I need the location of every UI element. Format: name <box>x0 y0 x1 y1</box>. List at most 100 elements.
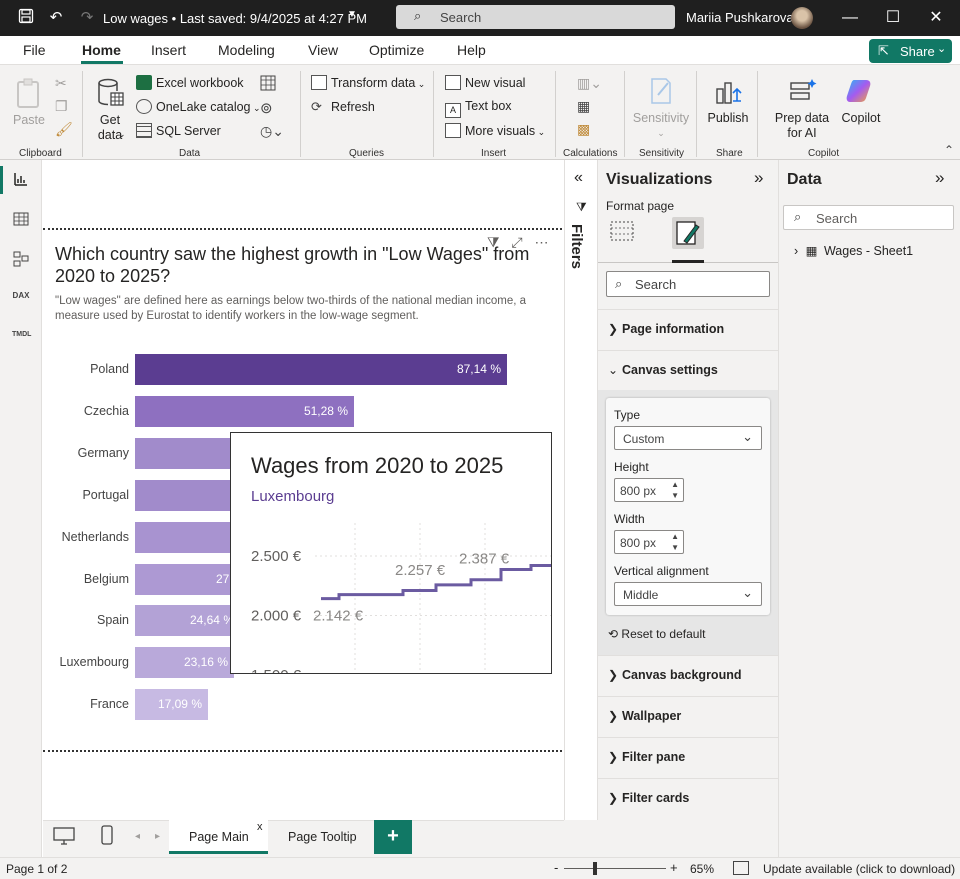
menu-optimize[interactable]: Optimize <box>369 42 424 58</box>
minimize-icon[interactable]: — <box>840 8 860 28</box>
prep-data-for-ai-button[interactable]: Prep data for AI <box>766 75 838 141</box>
refresh-button[interactable]: ⟳ Refresh <box>311 99 375 114</box>
excel-workbook-button[interactable]: Excel workbook <box>136 75 244 90</box>
collapse-ribbon-icon[interactable]: ⌃ <box>944 143 954 157</box>
section-canvas-background[interactable]: ❯ Canvas background <box>598 655 778 696</box>
new-visual-button[interactable]: New visual <box>445 75 525 90</box>
tmdl-view-icon[interactable]: TMDL <box>12 331 31 349</box>
bar-czechia[interactable]: 51,28 % <box>135 395 354 427</box>
save-icon[interactable] <box>16 8 36 28</box>
mobile-layout-icon[interactable] <box>101 825 115 845</box>
bar-category-label: France <box>90 697 129 712</box>
format-painter-icon[interactable]: 🖌 <box>55 121 73 138</box>
onelake-catalog-button[interactable]: OneLake catalog ⌄ <box>136 99 261 114</box>
chevron-right-icon[interactable]: ▸ <box>155 831 160 842</box>
section-wallpaper[interactable]: ❯ Wallpaper <box>598 696 778 737</box>
chevron-down-icon[interactable]: ▼ <box>347 9 357 20</box>
calculation-icon[interactable]: ▩ <box>577 121 590 138</box>
text-box-button[interactable]: A Text box <box>445 99 512 118</box>
desktop-layout-icon[interactable] <box>53 827 77 845</box>
add-page-button[interactable]: + <box>374 820 412 854</box>
tab-page-tooltip[interactable]: Page Tooltip <box>268 820 374 854</box>
bar-france[interactable]: 17,09 % <box>135 689 208 721</box>
recent-sources-icon[interactable]: ◷⌄ <box>260 123 284 140</box>
dax-query-view-icon[interactable]: DAX <box>12 291 30 309</box>
share-button[interactable]: ⇱ Share ⌄ <box>869 39 952 63</box>
format-page-icon[interactable] <box>672 217 704 249</box>
model-view-icon[interactable] <box>12 251 30 269</box>
paste-label: Paste <box>13 113 45 127</box>
line-data-label: 2.387 € <box>459 550 510 567</box>
bar-poland[interactable]: 87,14 % <box>135 354 507 385</box>
section-page-information[interactable]: ❯ Page information <box>598 309 778 350</box>
more-visuals-button[interactable]: More visuals ⌄ <box>445 123 545 138</box>
section-filter-cards[interactable]: ❯ Filter cards <box>598 778 778 819</box>
reset-to-default-button[interactable]: ⟲ Reset to default <box>608 627 705 641</box>
bar-spain[interactable]: 24,64 % <box>135 605 240 637</box>
chevron-right-icon: ❯ <box>608 750 619 764</box>
paste-button[interactable]: Paste <box>12 77 46 128</box>
bar-data-label: 17,09 % <box>157 697 202 712</box>
undo-icon[interactable]: ↶ <box>46 8 66 28</box>
sql-server-button[interactable]: SQL Server <box>136 123 221 138</box>
bar-luxembourg[interactable]: 23,16 % <box>135 647 234 679</box>
zoom-in-icon[interactable]: + <box>670 860 678 875</box>
more-options-icon[interactable]: ⋯ <box>534 234 548 250</box>
redo-icon[interactable]: ↷ <box>77 8 97 28</box>
stepper-icon[interactable]: ▲ ▼ <box>671 479 679 501</box>
user-name[interactable]: Mariia Pushkarova <box>686 10 794 25</box>
vertical-alignment-label: Vertical alignment <box>614 564 709 578</box>
bar-category-label: Czechia <box>83 403 129 418</box>
menu-help[interactable]: Help <box>457 42 486 58</box>
data-table-item[interactable]: › ▦ Wages - Sheet1 <box>794 243 913 258</box>
quick-measure-icon[interactable]: ▦ <box>577 98 590 115</box>
maximize-icon[interactable]: ☐ <box>883 8 903 28</box>
sensitivity-button[interactable]: Sensitivity ⌄ <box>632 75 690 141</box>
collapse-pane-icon[interactable]: » <box>935 168 944 188</box>
collapse-pane-icon[interactable]: » <box>754 168 763 188</box>
vertical-alignment-dropdown[interactable]: Middle ⌄ <box>614 582 762 606</box>
copy-icon[interactable]: ❐ <box>55 98 68 115</box>
update-available-link[interactable]: Update available (click to download) <box>763 862 955 876</box>
format-search-input[interactable]: ⌕ Search <box>606 271 770 297</box>
menu-modeling[interactable]: Modeling <box>218 42 275 58</box>
new-visual-label: New visual <box>465 76 526 90</box>
avatar[interactable] <box>791 7 813 29</box>
zoom-slider-thumb[interactable] <box>593 862 597 875</box>
data-search-input[interactable]: ⌕ Search <box>783 205 954 230</box>
dataverse-icon[interactable]: ⊚ <box>260 99 273 117</box>
zoom-out-icon[interactable]: - <box>554 860 558 875</box>
enter-data-icon[interactable] <box>260 75 276 91</box>
filters-label[interactable]: Filters <box>568 224 585 269</box>
cut-icon[interactable]: ✂ <box>55 75 67 92</box>
build-visual-icon[interactable] <box>608 218 636 246</box>
zoom-slider[interactable] <box>564 868 666 869</box>
visualizations-title: Visualizations <box>606 171 713 188</box>
more-visuals-label: More visuals <box>465 124 536 138</box>
fit-to-page-icon[interactable] <box>733 861 749 875</box>
expand-filters-icon[interactable]: « <box>574 169 583 187</box>
menu-insert[interactable]: Insert <box>151 42 186 58</box>
new-measure-icon[interactable]: ▥⌄ <box>577 75 602 92</box>
group-label-clipboard: Clipboard <box>19 148 62 159</box>
section-filter-pane[interactable]: ❯ Filter pane <box>598 737 778 778</box>
copilot-button[interactable]: Copilot <box>839 75 883 126</box>
publish-button[interactable]: Publish <box>705 75 751 126</box>
transform-data-button[interactable]: Transform data ⌄ <box>311 75 425 90</box>
menu-view[interactable]: View <box>308 42 338 58</box>
height-input[interactable]: 800 px ▲ ▼ <box>614 478 684 502</box>
chevron-left-icon[interactable]: ◂ <box>135 831 140 842</box>
search-input[interactable]: ⌕ Search <box>396 5 675 29</box>
table-view-icon[interactable] <box>12 211 30 229</box>
tab-page-main[interactable]: Page Main x <box>169 820 268 854</box>
menu-home[interactable]: Home <box>82 42 121 58</box>
close-icon[interactable]: x <box>257 821 263 833</box>
section-label: Canvas settings <box>622 363 718 377</box>
report-view-icon[interactable] <box>12 171 30 189</box>
menu-file[interactable]: File <box>23 42 46 58</box>
type-dropdown[interactable]: Custom ⌄ <box>614 426 762 450</box>
close-icon[interactable]: ✕ <box>926 8 946 28</box>
stepper-icon[interactable]: ▲ ▼ <box>671 531 679 553</box>
section-canvas-settings[interactable]: ⌄ Canvas settings <box>598 350 778 391</box>
width-input[interactable]: 800 px ▲ ▼ <box>614 530 684 554</box>
